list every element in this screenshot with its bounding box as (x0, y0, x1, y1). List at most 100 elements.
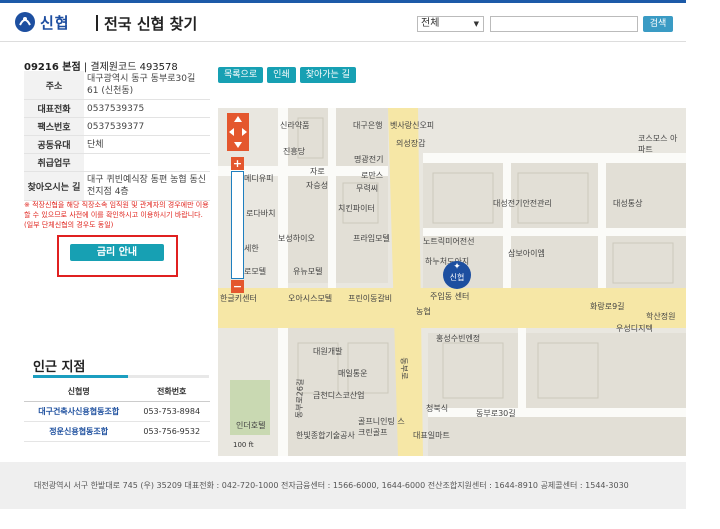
map-label: 대성통상 (613, 199, 643, 208)
map-label: 금천디스코산업 (313, 391, 365, 400)
info-value: 0537539375 (84, 99, 210, 118)
nearby-title: 인근 지점 (33, 360, 86, 375)
map-label: 인더호텔 (236, 421, 266, 430)
map-label: 프라임모텔 (353, 234, 390, 243)
nearby-phone: 053-753-8984 (133, 401, 210, 422)
map-label: 로만스 (361, 171, 384, 180)
directions-button[interactable]: 찾아가는 길 (299, 67, 356, 83)
map-label: 골프니인팅 스크린골프 (358, 417, 405, 437)
logo-text: 신협 (40, 13, 70, 32)
map-label: 치킨파이터 (338, 204, 375, 213)
shinhyup-logo-icon (15, 12, 35, 32)
map-label: 삼보아이엠 (508, 249, 545, 258)
map-label: 의성장갑 (396, 139, 426, 148)
map-label: 신라약품 (280, 121, 310, 130)
map-label: 청북식 (426, 404, 449, 413)
info-row: 주소 대구광역시 동구 동부로30길 61 (신천동) (24, 71, 210, 100)
nearby-name-link[interactable]: 대구건축사신용협동조합 (24, 401, 134, 422)
page: 신협 전국 신협 찾기 전체 ▼ 검색 09216 본점 | 결제원코드 493… (0, 0, 720, 529)
branch-marker[interactable]: ✦ 신협 (443, 261, 471, 289)
zoom-slider[interactable] (231, 171, 244, 279)
map-label: 우성디지텍 (616, 324, 653, 333)
map-label: 무력씨 (356, 184, 379, 193)
map-label: 자승성 (306, 181, 329, 190)
info-key: 취급업무 (24, 153, 84, 172)
nearby-col-name: 신협명 (24, 382, 134, 402)
zoom-out-button[interactable]: − (231, 280, 244, 293)
page-margin (686, 0, 720, 529)
map-label: 동부로26길 (294, 378, 306, 419)
map-label: 한글키센터 (220, 294, 257, 303)
nearby-underline (33, 375, 209, 378)
title-divider (96, 15, 98, 31)
info-key: 주소 (24, 71, 84, 100)
nearby-underline-accent (33, 375, 128, 378)
marker-label: 신협 (449, 273, 465, 282)
info-row: 대표전화 0537539375 (24, 99, 210, 118)
map-label: 농협 (416, 307, 431, 316)
info-row: 공동유대 단체 (24, 135, 210, 154)
branch-info-table: 주소 대구광역시 동구 동부로30길 61 (신천동) 대표전화 0537539… (24, 71, 210, 201)
header: 신협 전국 신협 찾기 전체 ▼ 검색 (0, 0, 686, 42)
dropdown-arrow-icon: ▼ (473, 20, 479, 28)
map-label: 대구은행 (353, 121, 383, 130)
info-value: 대구광역시 동구 동부로30길 61 (신천동) (84, 71, 210, 100)
map-label: 한빛종합기술공사 (296, 431, 355, 440)
map-label: 홍성수빈엔정 (436, 334, 481, 343)
info-row: 취급업무 (24, 153, 210, 172)
info-row: 찾아오시는 길 대구 퀴빈예식장 동편 농협 동신 전지점 4층 (24, 171, 210, 201)
info-value: 대구 퀴빈예식장 동편 농협 동신 전지점 4층 (84, 171, 210, 201)
map-label: 대원개발 (313, 347, 343, 356)
info-key: 공동유대 (24, 135, 84, 154)
map-label: 메디유피 (244, 174, 274, 183)
map-label: 세한 (244, 244, 259, 253)
info-key: 찾아오시는 길 (24, 171, 84, 201)
map-label: 학산정원 (646, 312, 676, 321)
map-label: 대표일마트 (413, 431, 450, 440)
nearby-name-link[interactable]: 정운신용협동조합 (24, 421, 134, 442)
list-button[interactable]: 목록으로 (218, 67, 264, 83)
map-label: 명광전기 (354, 155, 384, 164)
nearby-phone: 053-756-9532 (133, 421, 210, 442)
table-row[interactable]: 정운신용협동조합 053-756-9532 (24, 421, 210, 442)
search-input[interactable] (490, 16, 638, 32)
map-label: 진흥당 (283, 147, 306, 156)
info-value (84, 153, 210, 172)
footer-contact-text: 대전광역시 서구 한밭대로 745 (우) 35209 대표전화 : 042-7… (34, 481, 629, 490)
header-accent-line (0, 0, 686, 3)
map-toolbar: 목록으로 인쇄 찾아가는 길 (218, 67, 356, 83)
map-label: 대성전기안전관리 (493, 199, 552, 208)
map-label: 코스모스 아파트 (638, 134, 678, 154)
info-value: 0537539377 (84, 117, 210, 136)
map-label: 로다바치 (246, 209, 276, 218)
map-label: 동부로30길 (476, 409, 516, 418)
map-label: 로모텔 (244, 267, 267, 276)
notice-text: ※ 적장신협을 해당 직장소속 임직원 및 관계자의 경우에만 이용할 수 있으… (24, 201, 209, 229)
map-label: 벳사랑신오피 (390, 121, 435, 130)
map-label: 유뉴모텔 (293, 267, 323, 276)
marker-emblem-icon: ✦ (453, 262, 461, 272)
map-label: 노트릭미어전선 (423, 237, 475, 246)
map-label: 매일통운 (338, 369, 368, 378)
region-select-value: 전체 (421, 18, 440, 29)
pan-control-icon[interactable] (227, 113, 249, 151)
map-label: 자로 (310, 167, 325, 176)
footer: 대전광역시 서구 한밭대로 745 (우) 35209 대표전화 : 042-7… (0, 462, 686, 509)
region-select[interactable]: 전체 ▼ (417, 16, 484, 32)
nearby-header-row: 신협명 전화번호 (24, 382, 210, 402)
map-scale: 100 ft (233, 441, 254, 449)
print-button[interactable]: 인쇄 (267, 67, 296, 83)
table-row[interactable]: 대구건축사신용협동조합 053-753-8984 (24, 401, 210, 422)
logo[interactable]: 신협 (14, 11, 70, 33)
map-label: 오아시스모텔 (288, 294, 333, 303)
zoom-in-button[interactable]: + (231, 157, 244, 170)
info-row: 팩스번호 0537539377 (24, 117, 210, 136)
rate-info-button[interactable]: 금리 안내 (70, 244, 164, 261)
nearby-table: 신협명 전화번호 대구건축사신용협동조합 053-753-8984 정운신용협동… (24, 382, 210, 442)
map-view[interactable]: 대구은행 벳사랑신오피 의성장갑 명광전기 대성전기안전관리 대성통상 코스모스… (218, 108, 686, 456)
nearby-col-phone: 전화번호 (133, 382, 210, 402)
page-title: 전국 신협 찾기 (104, 15, 198, 33)
info-key: 팩스번호 (24, 117, 84, 136)
map-label: 동부로 (399, 357, 409, 380)
search-button[interactable]: 검색 (643, 16, 673, 32)
